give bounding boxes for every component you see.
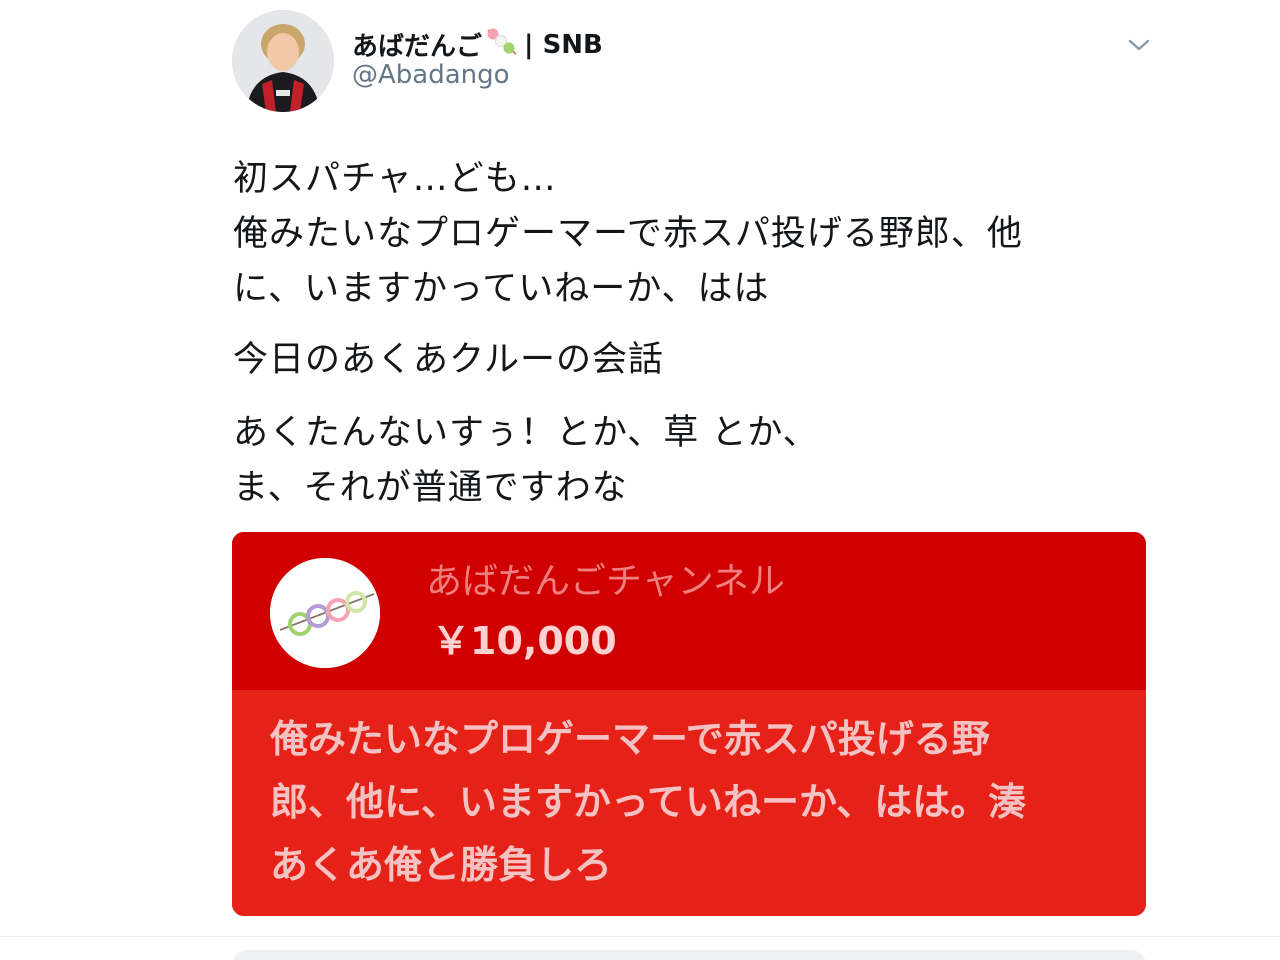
next-content-placeholder [232,950,1146,960]
tweet-text-line-4: 今日のあくあクルーの会話 [233,340,664,380]
display-name-suffix: | SNB [524,29,603,60]
divider [0,936,1280,937]
superchat-message: 俺みたいなプロゲーマーで赤スパ投げる野 郎、他に、いますかっていねーか、はは。湊… [270,708,1120,897]
tweet-text-line-2: 俺みたいなプロゲーマーで赤スパ投げる野郎、他 [233,214,1023,254]
superchat-channel-name: あばだんごチャンネル [426,561,785,602]
dango-emoji-icon [484,26,520,63]
tweet-text-line-1: 初スパチャ…ども… [233,159,557,199]
user-handle[interactable]: @Abadango [352,60,510,90]
tweet-text-line-3: に、いますかっていねーか、はは [233,269,770,309]
superchat-message-area: 俺みたいなプロゲーマーで赤スパ投げる野 郎、他に、いますかっていねーか、はは。湊… [232,690,1146,916]
display-name[interactable]: あばだんご | SNB [352,26,603,63]
superchat-message-line-1: 俺みたいなプロゲーマーで赤スパ投げる野 [270,717,990,761]
chevron-down-icon[interactable] [1126,34,1152,56]
display-name-text: あばだんご [352,32,483,62]
avatar-photo [232,10,334,112]
tweet-text-line-5: あくたんないすぅ！とか、草 とか、 [233,413,819,453]
superchat-message-line-2: 郎、他に、いますかっていねーか、はは。湊 [270,780,1027,824]
superchat-message-line-3: あくあ俺と勝負しろ [270,843,613,887]
tweet-page: あばだんご | SNB @Abadango 初スパチャ…ども… 俺みたいなプロゲ… [0,0,1280,960]
channel-logo-icon [270,558,380,668]
tweet-text-line-6: ま、それが普通ですわな [233,468,628,508]
superchat-header: あばだんごチャンネル ￥10,000 [232,532,1146,690]
channel-avatar [270,558,380,668]
superchat-amount: ￥10,000 [432,619,617,663]
user-avatar[interactable] [232,10,334,112]
superchat-image[interactable]: あばだんごチャンネル ￥10,000 俺みたいなプロゲーマーで赤スパ投げる野 郎… [232,532,1146,916]
